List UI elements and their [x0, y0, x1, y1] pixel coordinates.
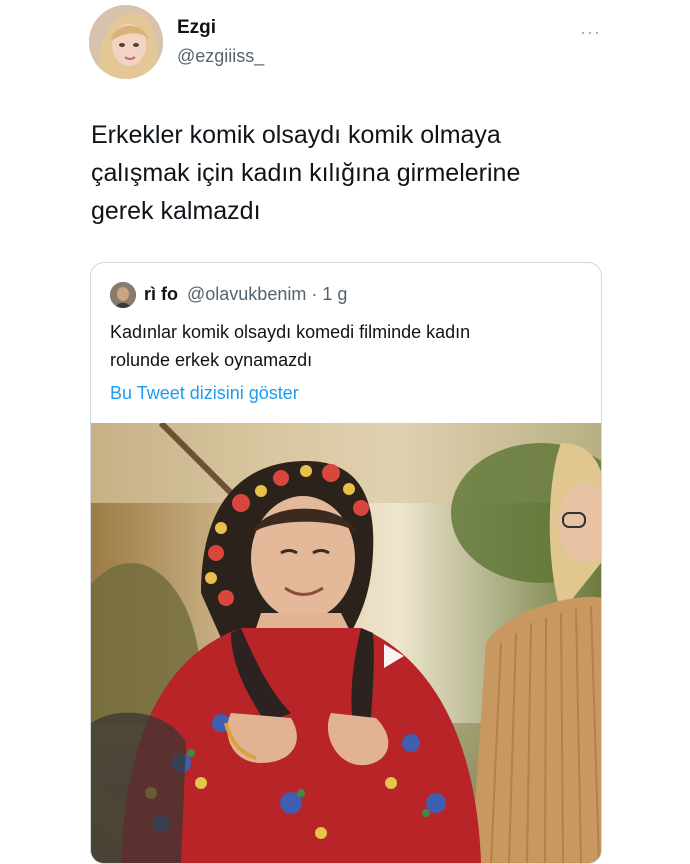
tweet-text-line: Erkekler komik olsaydı komik olmaya — [91, 121, 501, 149]
tweet-text-line: gerek kalmazdı — [91, 197, 261, 225]
quoted-tweet-card[interactable]: rì fo @olavukbenim · 1 g Kadınlar komik … — [90, 262, 602, 864]
tweet-text: Erkekler komik olsaydı komik olmaya çalı… — [91, 116, 631, 230]
tweet-text-line: çalışmak için kadın kılığına girmelerine — [91, 159, 521, 187]
quoted-text-line: Kadınlar komik olsaydı komedi filminde k… — [110, 322, 471, 342]
play-icon[interactable] — [384, 644, 404, 668]
quoted-tweet-text: Kadınlar komik olsaydı komedi filminde k… — [110, 318, 580, 374]
quoted-text-line: rolunde erkek oynamazdı — [110, 350, 313, 370]
more-options-icon[interactable]: ··· — [580, 22, 601, 43]
quoted-author-avatar[interactable] — [110, 282, 136, 308]
author-name[interactable]: Ezgi — [177, 17, 216, 39]
show-thread-link[interactable]: Bu Tweet dizisini göster — [110, 383, 299, 404]
quoted-author-name[interactable]: rì fo — [144, 284, 178, 305]
quoted-video[interactable] — [91, 423, 601, 863]
quoted-author-handle[interactable]: @olavukbenim · 1 g — [187, 284, 347, 305]
author-handle[interactable]: @ezgiiiss_ — [177, 46, 264, 67]
author-avatar[interactable] — [89, 5, 163, 79]
video-thumbnail — [91, 423, 601, 863]
